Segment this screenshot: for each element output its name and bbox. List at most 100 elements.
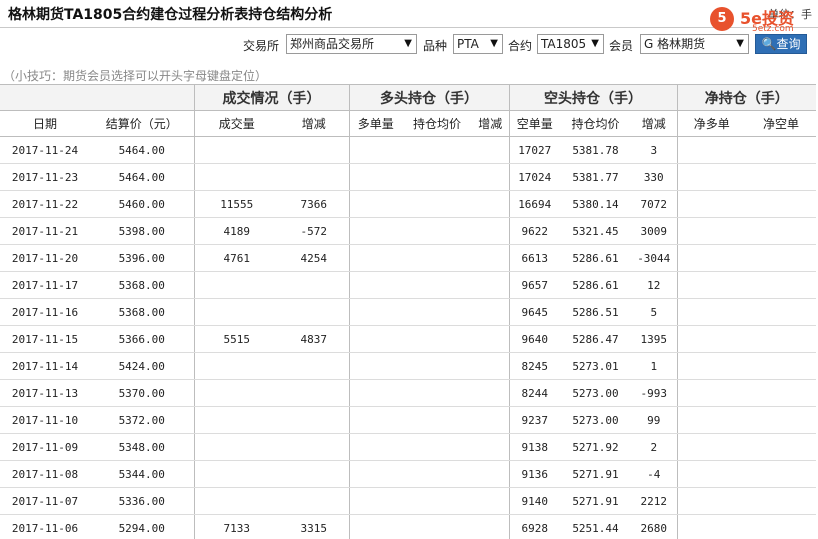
cell-net-short xyxy=(746,298,816,326)
cell-settle: 5464.00 xyxy=(90,136,194,164)
cell-short-avg: 5381.78 xyxy=(560,136,631,164)
exchange-label: 交易所 xyxy=(243,39,280,53)
table-row: 2017-11-23 5464.00 17024 5381.77 330 xyxy=(0,163,816,191)
cell-volume xyxy=(193,460,279,488)
site-logo[interactable]: 5 5e投资 5etz.com xyxy=(708,2,818,36)
cell-date: 2017-11-13 xyxy=(0,379,90,407)
cell-volume xyxy=(193,487,279,515)
cell-long-qty xyxy=(348,352,402,380)
cell-short-chg: 3009 xyxy=(631,217,677,245)
table-row: 2017-11-10 5372.00 9237 5273.00 99 xyxy=(0,406,816,434)
table-row: 2017-11-07 5336.00 9140 5271.91 2212 xyxy=(0,487,816,515)
cell-long-avg xyxy=(402,433,472,461)
cell-volume: 4189 xyxy=(193,217,279,245)
cell-net-short xyxy=(746,217,816,245)
cell-date: 2017-11-08 xyxy=(0,460,90,488)
cell-net-long xyxy=(676,352,746,380)
cell-long-chg xyxy=(472,163,509,191)
chevron-down-icon: ▼ xyxy=(404,38,412,49)
cell-long-chg xyxy=(472,352,509,380)
cell-short-chg: 2 xyxy=(631,433,677,461)
cell-short-qty: 8245 xyxy=(508,352,560,380)
cell-net-long xyxy=(676,217,746,245)
cell-long-chg xyxy=(472,217,509,245)
cell-short-avg: 5381.77 xyxy=(560,163,631,191)
table-row: 2017-11-22 5460.00 11555 7366 16694 5380.14 70… xyxy=(0,190,816,218)
position-table: 成交情况（手） 多头持仓（手） 空头持仓（手） 净持仓（手） 日期 结算价（元）… xyxy=(0,84,816,539)
col-header-short-qty: 空单量 xyxy=(508,110,560,137)
cell-long-qty xyxy=(348,487,402,515)
cell-long-avg xyxy=(402,298,472,326)
cell-long-chg xyxy=(472,136,509,164)
cell-volume-chg xyxy=(279,460,349,488)
cell-settle: 5424.00 xyxy=(90,352,194,380)
cell-long-avg xyxy=(402,379,472,407)
cell-net-long xyxy=(676,487,746,515)
cell-long-qty xyxy=(348,217,402,245)
chevron-down-icon: ▼ xyxy=(490,38,498,49)
cell-long-avg xyxy=(402,217,472,245)
cell-net-short xyxy=(746,271,816,299)
cell-net-long xyxy=(676,163,746,191)
cell-short-avg: 5380.14 xyxy=(560,190,631,218)
group-header-blank xyxy=(0,84,194,111)
product-select[interactable]: PTA ▼ xyxy=(453,34,503,54)
cell-short-avg: 5286.61 xyxy=(560,271,631,299)
cell-short-qty: 9237 xyxy=(508,406,560,434)
cell-short-avg: 5273.00 xyxy=(560,406,631,434)
table-row: 2017-11-16 5368.00 9645 5286.51 5 xyxy=(0,298,816,326)
contract-select[interactable]: TA1805 ▼ xyxy=(537,34,604,54)
cell-long-chg xyxy=(472,325,509,353)
col-header-long-chg: 增减 xyxy=(472,110,509,137)
cell-volume-chg: 3315 xyxy=(279,514,349,539)
cell-long-chg xyxy=(472,244,509,272)
col-header-volume: 成交量 xyxy=(193,110,279,137)
cell-long-qty xyxy=(348,190,402,218)
cell-long-avg xyxy=(402,487,472,515)
cell-short-avg: 5271.91 xyxy=(560,460,631,488)
cell-net-long xyxy=(676,460,746,488)
cell-long-qty xyxy=(348,271,402,299)
cell-net-long xyxy=(676,433,746,461)
cell-short-chg: 99 xyxy=(631,406,677,434)
table-row: 2017-11-13 5370.00 8244 5273.00 -993 xyxy=(0,379,816,407)
cell-long-avg xyxy=(402,244,472,272)
member-select[interactable]: G 格林期货 ▼ xyxy=(640,34,749,54)
cell-net-short xyxy=(746,487,816,515)
query-button[interactable]: 🔍查询 xyxy=(755,34,807,54)
cell-date: 2017-11-24 xyxy=(0,136,90,164)
cell-volume-chg: -572 xyxy=(279,217,349,245)
group-header-volume: 成交情况（手） xyxy=(193,84,349,111)
col-header-date: 日期 xyxy=(0,110,90,137)
cell-date: 2017-11-16 xyxy=(0,298,90,326)
cell-net-short xyxy=(746,379,816,407)
col-header-long-avg: 持仓均价 xyxy=(402,110,472,137)
cell-long-avg xyxy=(402,352,472,380)
cell-long-chg xyxy=(472,190,509,218)
cell-net-short xyxy=(746,352,816,380)
cell-short-qty: 9657 xyxy=(508,271,560,299)
cell-net-long xyxy=(676,244,746,272)
cell-short-qty: 17024 xyxy=(508,163,560,191)
table-row: 2017-11-20 5396.00 4761 4254 6613 5286.61 -304… xyxy=(0,244,816,272)
filter-bar: 交易所 郑州商品交易所 ▼ 品种 PTA ▼ 合约 TA1805 ▼ 会员 G … xyxy=(0,34,818,56)
cell-settle: 5396.00 xyxy=(90,244,194,272)
cell-settle: 5294.00 xyxy=(90,514,194,539)
cell-net-long xyxy=(676,298,746,326)
cell-long-avg xyxy=(402,136,472,164)
cell-short-avg: 5251.44 xyxy=(560,514,631,539)
chevron-down-icon: ▼ xyxy=(591,38,599,49)
exchange-select[interactable]: 郑州商品交易所 ▼ xyxy=(286,34,417,54)
cell-short-chg: 2680 xyxy=(631,514,677,539)
cell-short-qty: 9622 xyxy=(508,217,560,245)
cell-short-chg: 1395 xyxy=(631,325,677,353)
query-button-label: 查询 xyxy=(776,37,801,51)
cell-volume xyxy=(193,352,279,380)
title-bar: 格林期货TA1805合约建仓过程分析表持仓结构分析 单位：手 xyxy=(0,0,818,28)
cell-date: 2017-11-23 xyxy=(0,163,90,191)
cell-short-avg: 5271.91 xyxy=(560,487,631,515)
product-value: PTA xyxy=(457,37,479,51)
cell-long-chg xyxy=(472,433,509,461)
cell-short-qty: 6613 xyxy=(508,244,560,272)
cell-short-chg: 330 xyxy=(631,163,677,191)
